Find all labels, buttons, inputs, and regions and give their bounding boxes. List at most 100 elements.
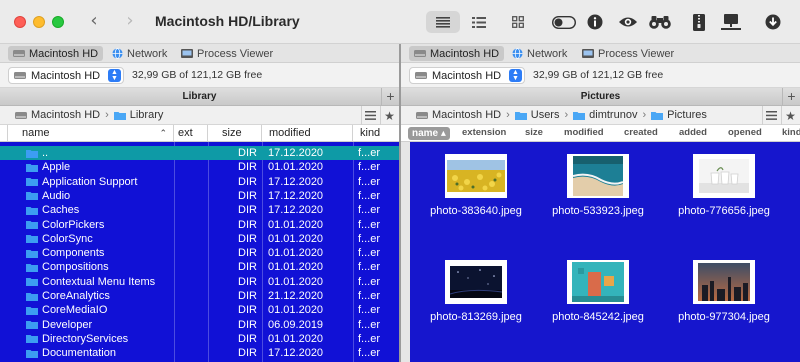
grid-view-button[interactable] [505, 12, 531, 32]
sort-asc-icon: ▴ [438, 128, 446, 139]
right-drive-selector[interactable]: Macintosh HD ▲ ▼ [409, 67, 525, 84]
file-modified: 06.09.2019 [268, 318, 324, 331]
file-thumbnail-item[interactable]: photo-813269.jpeg [421, 260, 531, 324]
left-tab-process-viewer[interactable]: Process Viewer [176, 46, 278, 61]
file-thumbnail-item[interactable]: photo-533923.jpeg [543, 154, 653, 218]
toggle-hidden-button[interactable] [551, 12, 577, 32]
hard-drive-icon [14, 72, 26, 79]
file-list-row[interactable]: CoreMediaIO DIR 01.01.2020 f...er [0, 303, 399, 317]
column-modified[interactable]: modified [560, 125, 604, 141]
download-button[interactable] [763, 12, 783, 32]
detail-view-button[interactable] [466, 12, 492, 32]
connect-button[interactable] [718, 12, 744, 32]
right-thumbnail-grid[interactable]: photo-383640.jpeg photo-533923.jpeg photo-… [401, 142, 800, 362]
close-window-button[interactable] [14, 16, 26, 28]
column-modified[interactable]: modified [262, 125, 353, 141]
minimize-window-button[interactable] [33, 16, 45, 28]
right-tab-network[interactable]: Network [507, 46, 572, 61]
right-add-tab-button[interactable]: + [782, 88, 800, 106]
column-added[interactable]: added [675, 125, 707, 141]
home-folder-icon [573, 111, 586, 120]
crumb-pictures[interactable]: Pictures [651, 109, 707, 121]
column-kind[interactable]: kind [778, 125, 800, 141]
folder-icon [26, 335, 38, 344]
crumb-users[interactable]: Users [514, 109, 559, 121]
column-name[interactable]: name ▴ [408, 127, 450, 140]
file-list-row[interactable]: DirectoryServices DIR 01.01.2020 f...er [0, 332, 399, 346]
file-name: CoreAnalytics [26, 289, 110, 303]
file-list-row[interactable]: Compositions DIR 01.01.2020 f...er [0, 260, 399, 274]
binoculars-icon [649, 16, 671, 29]
file-list-row[interactable]: Contextual Menu Items DIR 01.01.2020 f...er [0, 275, 399, 289]
crumb-library[interactable]: Library [113, 109, 163, 121]
folder-icon [26, 206, 38, 215]
left-menu-button[interactable] [361, 106, 379, 125]
left-drive-bar: Macintosh HD ▲ ▼ 32,99 GB of 121,12 GB fr… [0, 63, 399, 88]
file-size: DIR [238, 261, 257, 274]
file-thumbnail-item[interactable]: photo-845242.jpeg [543, 260, 653, 324]
parent-directory-row[interactable]: .. DIR 17.12.2020 f...er [0, 146, 399, 161]
back-button[interactable]: ‹ [84, 12, 104, 32]
column-size[interactable]: size [521, 125, 543, 141]
crumb-dimtrunov[interactable]: dimtrunov [573, 109, 637, 121]
file-list-row[interactable]: Application Support DIR 17.12.2020 f...er [0, 175, 399, 189]
column-name[interactable]: name ⌃ [8, 125, 174, 141]
toggle-icon [552, 15, 576, 29]
file-modified: 17.12.2020 [268, 347, 324, 360]
window-title: Macintosh HD/Library [155, 13, 300, 29]
file-thumbnail-item[interactable]: photo-977304.jpeg [669, 260, 779, 324]
column-ext[interactable]: ext [174, 125, 208, 141]
left-file-list[interactable]: .. DIR 17.12.2020 f...er Apple DIR 01.01.2020 f… [0, 142, 399, 362]
file-list-row[interactable]: Developer DIR 06.09.2019 f...er [0, 318, 399, 332]
right-breadcrumb: Macintosh HD › Users › dimtrunov › Pictu… [401, 106, 800, 125]
file-list-row[interactable]: ColorPickers DIR 01.01.2020 f...er [0, 218, 399, 232]
drive-stepper-icon[interactable]: ▲ ▼ [108, 69, 121, 82]
crumb-macintosh-hd[interactable]: Macintosh HD [416, 109, 501, 121]
info-icon [587, 14, 603, 30]
info-button[interactable] [585, 12, 605, 32]
left-favorite-button[interactable]: ★ [380, 106, 398, 125]
file-list-row[interactable]: Caches DIR 17.12.2020 f...er [0, 203, 399, 217]
globe-icon [112, 48, 123, 59]
right-tab-macintosh-hd[interactable]: Macintosh HD [409, 46, 505, 61]
list-view-button[interactable] [426, 11, 460, 33]
file-thumbnail-item[interactable]: photo-383640.jpeg [421, 154, 531, 218]
archive-button[interactable] [690, 12, 708, 32]
file-name: DirectoryServices [26, 332, 128, 346]
file-list-row[interactable]: CoreAnalytics DIR 21.12.2020 f...er [0, 289, 399, 303]
file-list-row[interactable]: ColorSync DIR 01.01.2020 f...er [0, 232, 399, 246]
zoom-window-button[interactable] [52, 16, 64, 28]
file-name-text: Developer [42, 318, 93, 331]
quick-look-button[interactable] [617, 12, 639, 32]
forward-button[interactable]: › [120, 12, 140, 32]
left-drive-selector[interactable]: Macintosh HD ▲ ▼ [8, 67, 124, 84]
file-modified: 21.12.2020 [268, 290, 324, 302]
right-menu-button[interactable] [762, 106, 780, 125]
left-tab-network[interactable]: Network [107, 46, 172, 61]
file-name: ColorPickers [26, 218, 104, 232]
column-extension[interactable]: extension [458, 125, 506, 141]
search-button[interactable] [647, 12, 673, 32]
file-kind: f...er [358, 304, 381, 317]
column-label: created [624, 127, 658, 138]
file-list-row[interactable]: Documentation DIR 17.12.2020 f...er [0, 346, 399, 360]
drive-stepper-icon[interactable]: ▲ ▼ [509, 69, 522, 82]
file-kind: f...er [358, 347, 381, 360]
folder-icon [514, 111, 527, 120]
file-list-row[interactable]: Apple DIR 01.01.2020 f...er [0, 160, 399, 174]
list-view-icon [436, 16, 450, 28]
left-tab-macintosh-hd[interactable]: Macintosh HD [8, 46, 104, 61]
left-add-tab-button[interactable]: + [381, 88, 399, 106]
right-tab-process-viewer[interactable]: Process Viewer [577, 46, 679, 61]
column-opened[interactable]: opened [724, 125, 762, 141]
column-created[interactable]: created [620, 125, 658, 141]
file-list-row[interactable]: Audio DIR 17.12.2020 f...er [0, 189, 399, 203]
right-favorite-button[interactable]: ★ [781, 106, 799, 125]
file-list-row[interactable]: Components DIR 01.01.2020 f...er [0, 246, 399, 260]
tab-label: Network [127, 47, 168, 60]
crumb-macintosh-hd[interactable]: Macintosh HD [15, 109, 100, 121]
column-kind[interactable]: kind [353, 125, 399, 141]
column-size[interactable]: size [208, 125, 262, 141]
star-icon: ★ [785, 108, 796, 123]
file-thumbnail-item[interactable]: photo-776656.jpeg [669, 154, 779, 218]
